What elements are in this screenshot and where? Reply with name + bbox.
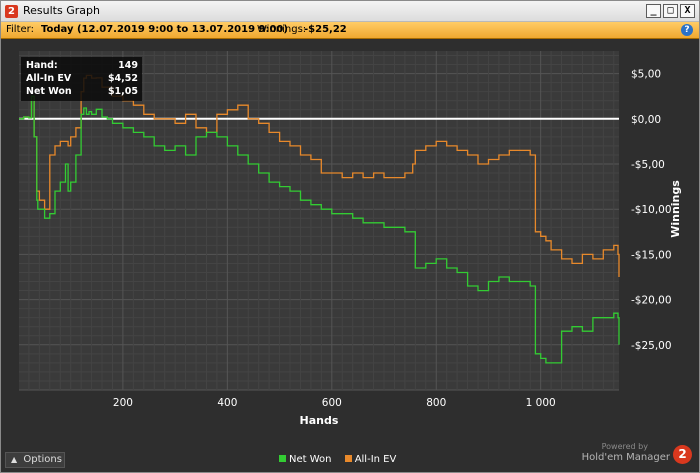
y-axis-tick-labels: $5,00 $0,00 -$5,00 -$10,00 -$15,00 -$20,00 -$2… (631, 69, 672, 352)
chart-legend: Net Won All-In EV (279, 454, 396, 465)
powered-by-text: Powered by (601, 442, 648, 451)
window-title: Results Graph (23, 4, 100, 17)
tooltip-row-net-won: Net Won $1,05 (26, 86, 138, 99)
tooltip-allin-ev-label: All-In EV (26, 73, 72, 84)
app-logo-icon: 2 (5, 5, 18, 18)
brand-badge: Powered by Hold'em Manager 2 (561, 442, 696, 470)
filter-value[interactable]: Today (12.07.2019 9:00 to 13.07.2019 9:0… (41, 24, 288, 35)
y-axis-label: Winnings (669, 180, 682, 238)
y-tick-label: -$15,00 (631, 249, 672, 261)
plot-area (19, 51, 619, 390)
minimize-button[interactable]: _ (646, 4, 661, 18)
results-graph-window: 2 Results Graph _ □ X Filter: Today (12.… (0, 0, 700, 473)
maximize-button[interactable]: □ (663, 4, 678, 18)
x-tick-label: 600 (322, 397, 342, 409)
legend-net-won: Net Won (289, 454, 332, 465)
all-in-ev-swatch (344, 455, 352, 462)
x-tick-label: 200 (113, 397, 133, 409)
options-button[interactable]: ▲ Options (5, 452, 65, 468)
winnings-label: Winnings: (257, 24, 307, 35)
y-tick-label: -$10,00 (631, 204, 672, 216)
y-tick-label: -$25,00 (631, 340, 672, 352)
net-won-swatch (279, 455, 286, 462)
tooltip-row-allin-ev: All-In EV $4,52 (26, 73, 138, 86)
help-icon[interactable]: ? (681, 24, 693, 36)
x-axis-tick-labels: 200 400 600 800 1 000 (113, 397, 556, 409)
brand-logo-icon: 2 (673, 445, 692, 464)
y-tick-label: $0,00 (631, 114, 661, 126)
tooltip-hand-label: Hand: (26, 60, 58, 71)
x-tick-label: 1 000 (526, 397, 556, 409)
hover-tooltip: Hand: 149 All-In EV $4,52 Net Won $1,05 (21, 57, 142, 101)
tooltip-net-won-label: Net Won (26, 86, 72, 97)
x-tick-label: 400 (217, 397, 237, 409)
y-tick-label: $5,00 (631, 69, 661, 81)
x-axis-label: Hands (300, 414, 339, 427)
tooltip-allin-ev-value: $4,52 (107, 73, 138, 84)
tooltip-hand-value: 149 (118, 60, 138, 71)
x-tick-label: 800 (426, 397, 446, 409)
filter-label: Filter: (6, 24, 34, 35)
legend-all-in-ev: All-In EV (354, 454, 397, 465)
options-label: Options (23, 454, 62, 465)
chevron-up-icon: ▲ (11, 455, 18, 464)
title-bar[interactable]: 2 Results Graph _ □ X (1, 1, 699, 22)
y-tick-label: -$5,00 (631, 159, 665, 171)
filter-bar: Filter: Today (12.07.2019 9:00 to 13.07.… (1, 22, 699, 39)
y-tick-label: -$20,00 (631, 295, 672, 307)
tooltip-row-hand: Hand: 149 (26, 60, 138, 73)
close-button[interactable]: X (680, 4, 695, 18)
winnings-value: -$25,22 (304, 24, 347, 35)
tooltip-net-won-value: $1,05 (107, 86, 138, 97)
brand-name: Hold'em Manager (581, 452, 670, 463)
